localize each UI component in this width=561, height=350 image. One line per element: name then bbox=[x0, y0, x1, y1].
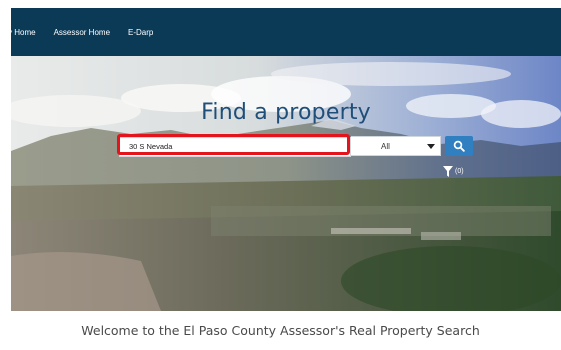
hero-banner: Find a property All (0) bbox=[11, 56, 561, 311]
top-navbar: y Home Assessor Home E-Darp bbox=[11, 8, 561, 56]
page-title: Find a property bbox=[201, 100, 371, 125]
search-button[interactable] bbox=[445, 136, 473, 156]
app-frame: y Home Assessor Home E-Darp bbox=[11, 8, 561, 311]
search-input-wrapper bbox=[117, 134, 351, 157]
filter-button[interactable]: (0) bbox=[443, 166, 464, 177]
search-scope-value: All bbox=[381, 141, 390, 151]
nav-link-assessor-home[interactable]: Assessor Home bbox=[54, 28, 110, 37]
filter-count: (0) bbox=[455, 168, 464, 175]
funnel-icon bbox=[443, 166, 453, 177]
chevron-down-icon bbox=[427, 144, 435, 149]
search-input[interactable] bbox=[119, 136, 351, 157]
search-icon bbox=[453, 140, 465, 152]
nav-link-e-darp[interactable]: E-Darp bbox=[128, 28, 153, 37]
search-bar: All bbox=[117, 134, 473, 157]
nav-link-county-home[interactable]: y Home bbox=[11, 28, 36, 37]
hero-background-image bbox=[11, 56, 561, 311]
search-scope-select[interactable]: All bbox=[351, 136, 441, 156]
welcome-message: Welcome to the El Paso County Assessor's… bbox=[81, 323, 480, 338]
